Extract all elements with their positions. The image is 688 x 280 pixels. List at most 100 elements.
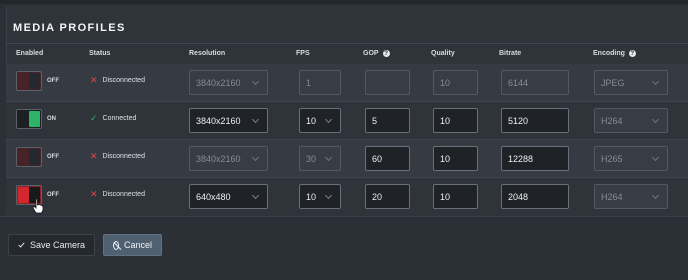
table-row: ON ✓ Connected 3840x2160 10 5 10 5120 H26… bbox=[6, 102, 688, 139]
chevron-down-icon bbox=[251, 115, 260, 124]
gop-input[interactable]: 60 bbox=[365, 146, 410, 171]
bitrate-input[interactable]: 6144 bbox=[501, 70, 569, 95]
cancel-icon bbox=[113, 240, 119, 250]
check-icon: ✓ bbox=[90, 113, 98, 123]
enabled-toggle[interactable] bbox=[16, 109, 42, 129]
quality-input[interactable]: 10 bbox=[433, 108, 478, 133]
gop-input[interactable] bbox=[365, 70, 410, 95]
encoding-value: H265 bbox=[601, 153, 623, 164]
enabled-toggle[interactable] bbox=[16, 147, 42, 167]
toggle-knob bbox=[29, 111, 40, 127]
header-status: Status bbox=[89, 50, 111, 57]
header-enabled: Enabled bbox=[16, 50, 44, 57]
encoding-select[interactable]: H264 bbox=[594, 184, 668, 209]
header-bitrate: Bitrate bbox=[499, 50, 522, 57]
status-cell: ✕ Disconnected bbox=[90, 76, 145, 85]
resolution-value: 3840x2160 bbox=[196, 77, 241, 88]
enabled-toggle[interactable] bbox=[16, 71, 42, 91]
bitrate-input[interactable]: 2048 bbox=[501, 184, 569, 209]
encoding-value: H264 bbox=[601, 191, 623, 202]
check-icon bbox=[18, 242, 25, 248]
status-text: Disconnected bbox=[102, 153, 145, 160]
encoding-value: JPEG bbox=[601, 77, 625, 88]
resolution-select[interactable]: 3840x2160 bbox=[189, 108, 268, 133]
cancel-label: Cancel bbox=[123, 240, 152, 250]
cancel-button[interactable]: Cancel bbox=[103, 234, 162, 256]
gop-input[interactable]: 20 bbox=[365, 184, 410, 209]
x-icon: ✕ bbox=[90, 151, 98, 161]
encoding-select[interactable]: H265 bbox=[594, 146, 668, 171]
gop-value: 5 bbox=[372, 115, 378, 126]
encoding-select[interactable]: JPEG bbox=[594, 70, 668, 95]
resolution-value: 640x480 bbox=[196, 191, 231, 202]
chevron-down-icon bbox=[324, 153, 333, 162]
help-icon[interactable]: ? bbox=[382, 50, 390, 57]
table-row: OFF ✕ Disconnected 3840x2160 30 60 10 122… bbox=[6, 140, 688, 177]
save-camera-button[interactable]: Save Camera bbox=[8, 234, 95, 256]
chevron-down-icon bbox=[324, 115, 333, 124]
toggle-knob bbox=[29, 149, 40, 165]
chevron-down-icon bbox=[324, 191, 333, 200]
fps-value: 10 bbox=[306, 115, 317, 126]
chevron-down-icon bbox=[651, 115, 660, 124]
fps-value: 1 bbox=[306, 77, 312, 88]
header-encoding-label: Encoding bbox=[593, 50, 625, 57]
x-icon: ✕ bbox=[90, 189, 98, 199]
fps-select[interactable]: 10 bbox=[299, 108, 341, 133]
status-text: Connected bbox=[102, 115, 137, 122]
help-icon[interactable]: ? bbox=[628, 50, 636, 57]
bitrate-input[interactable]: 5120 bbox=[501, 108, 569, 133]
quality-input[interactable]: 10 bbox=[433, 70, 478, 95]
resolution-value: 3840x2160 bbox=[196, 115, 241, 126]
toggle-label: OFF bbox=[47, 78, 59, 84]
header-encoding: Encoding? bbox=[593, 50, 636, 57]
resolution-value: 3840x2160 bbox=[196, 153, 241, 164]
fps-select[interactable]: 30 bbox=[299, 146, 341, 171]
gop-value: 60 bbox=[372, 153, 383, 164]
table-row: OFF ✕ Disconnected 3840x2160 1 10 6144 JP… bbox=[6, 64, 688, 101]
fps-input[interactable]: 1 bbox=[299, 70, 341, 95]
x-icon: ✕ bbox=[90, 75, 98, 85]
hand-cursor-icon bbox=[32, 198, 44, 214]
header-quality: Quality bbox=[431, 50, 455, 57]
gop-value: 20 bbox=[372, 191, 383, 202]
chevron-down-icon bbox=[251, 77, 260, 86]
chevron-down-icon bbox=[651, 153, 660, 162]
header-resolution: Resolution bbox=[189, 50, 226, 57]
status-text: Disconnected bbox=[102, 191, 145, 198]
encoding-value: H264 bbox=[601, 115, 623, 126]
fps-select[interactable]: 10 bbox=[299, 184, 341, 209]
status-cell: ✕ Disconnected bbox=[90, 152, 145, 161]
toggle-label: ON bbox=[47, 116, 56, 122]
gop-input[interactable]: 5 bbox=[365, 108, 410, 133]
fps-value: 30 bbox=[306, 153, 317, 164]
table-header: Enabled Status Resolution FPS GOP? Quali… bbox=[6, 43, 688, 63]
table-row: OFF ✕ Disconnected 640x480 10 20 10 2048 … bbox=[6, 178, 688, 215]
toggle-knob bbox=[18, 187, 29, 203]
chevron-down-icon bbox=[251, 153, 260, 162]
toggle-knob bbox=[29, 73, 40, 89]
resolution-select[interactable]: 3840x2160 bbox=[189, 70, 268, 95]
fps-value: 10 bbox=[306, 191, 317, 202]
resolution-select[interactable]: 640x480 bbox=[189, 184, 268, 209]
chevron-down-icon bbox=[651, 191, 660, 200]
bitrate-value: 6144 bbox=[508, 77, 529, 88]
bitrate-value: 12288 bbox=[508, 153, 534, 164]
header-gop: GOP? bbox=[363, 50, 390, 57]
chevron-down-icon bbox=[651, 77, 660, 86]
quality-value: 10 bbox=[440, 115, 451, 126]
top-bar bbox=[0, 0, 688, 4]
bitrate-input[interactable]: 12288 bbox=[501, 146, 569, 171]
header-gop-label: GOP bbox=[363, 50, 379, 57]
bitrate-value: 5120 bbox=[508, 115, 529, 126]
quality-value: 10 bbox=[440, 153, 451, 164]
encoding-select[interactable]: H264 bbox=[594, 108, 668, 133]
resolution-select[interactable]: 3840x2160 bbox=[189, 146, 268, 171]
status-cell: ✓ Connected bbox=[90, 114, 136, 123]
quality-input[interactable]: 10 bbox=[433, 184, 478, 209]
header-fps: FPS bbox=[296, 50, 310, 57]
quality-value: 10 bbox=[440, 77, 451, 88]
status-text: Disconnected bbox=[102, 77, 145, 84]
save-camera-label: Save Camera bbox=[29, 240, 85, 250]
quality-input[interactable]: 10 bbox=[433, 146, 478, 171]
